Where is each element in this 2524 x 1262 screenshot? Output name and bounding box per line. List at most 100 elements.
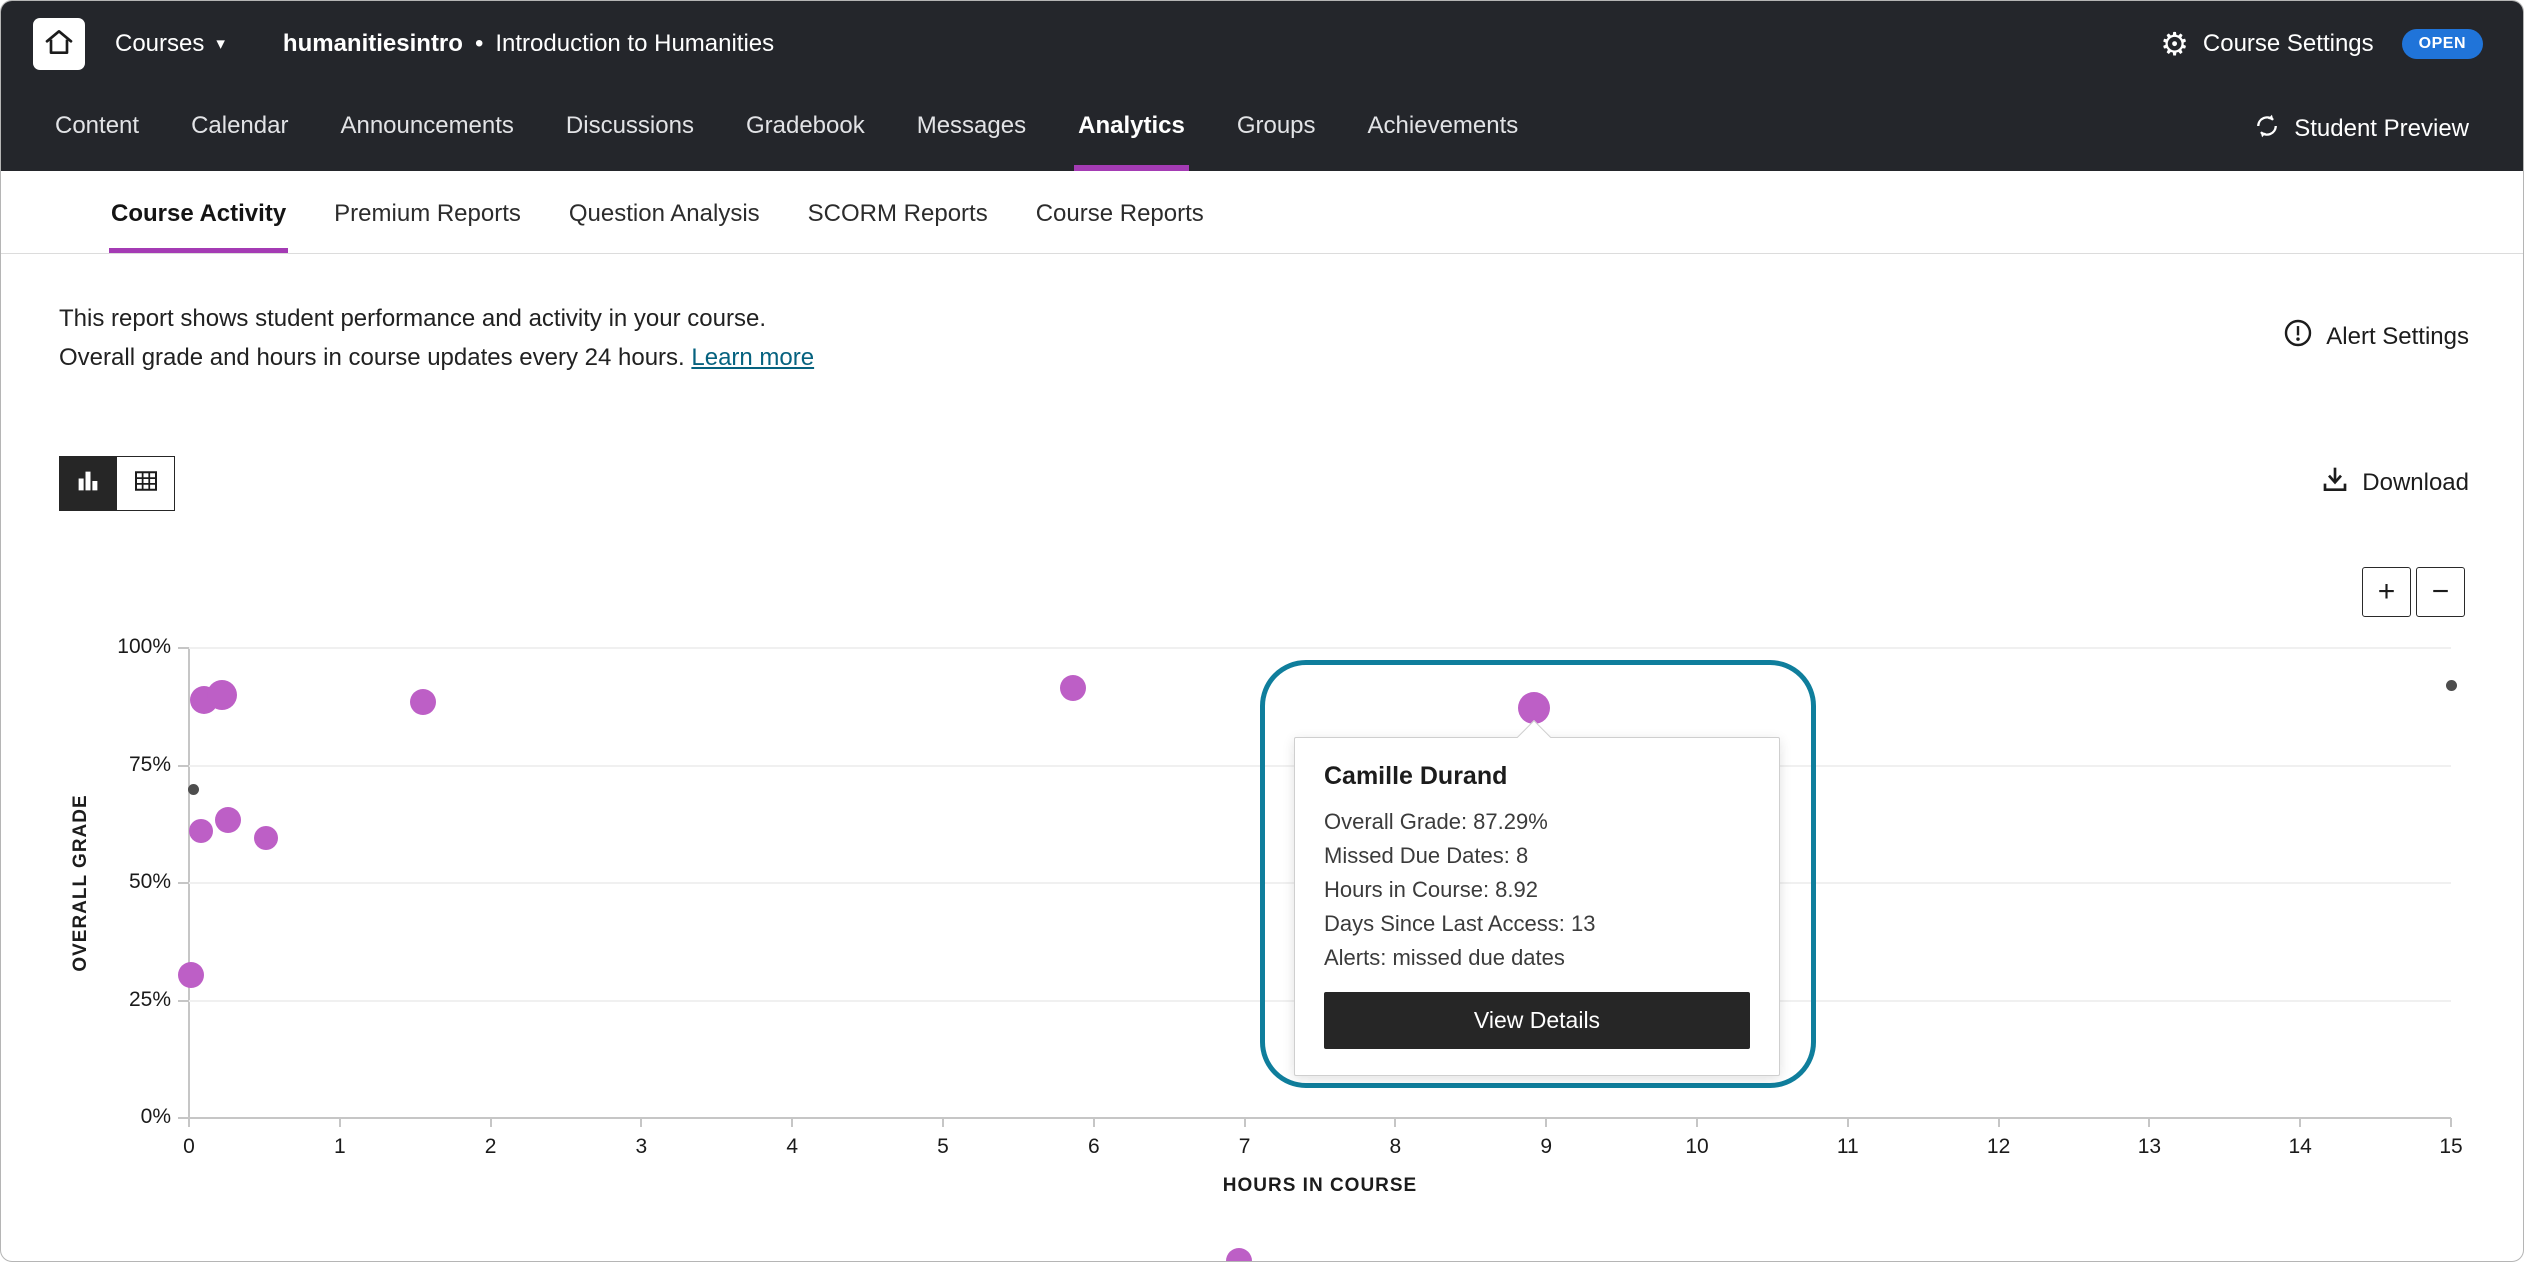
tab-announcements[interactable]: Announcements (336, 87, 517, 171)
student-preview-button[interactable]: Student Preview (2253, 87, 2523, 171)
x-tick-label: 6 (1054, 1135, 1134, 1159)
course-id: humanitiesintro (283, 30, 463, 58)
course-settings-button[interactable]: Course Settings (2203, 30, 2374, 58)
x-tick-label: 15 (2411, 1135, 2491, 1159)
open-status-badge[interactable]: OPEN (2402, 29, 2483, 59)
report-description-line2: Overall grade and hours in course update… (59, 338, 814, 377)
x-tick-label: 8 (1355, 1135, 1435, 1159)
courses-label: Courses (115, 30, 204, 58)
y-tick-mark (178, 647, 189, 649)
download-icon (2319, 463, 2351, 502)
tab-discussions[interactable]: Discussions (562, 87, 698, 171)
alert-settings-button[interactable]: Alert Settings (2282, 317, 2469, 356)
data-point[interactable] (254, 826, 278, 850)
view-details-button[interactable]: View Details (1324, 992, 1750, 1049)
x-tick-mark (942, 1118, 944, 1127)
subtab-scorm-reports[interactable]: SCORM Reports (806, 200, 990, 253)
data-point-partial[interactable] (1226, 1248, 1252, 1262)
analytics-subnav: Course Activity Premium Reports Question… (1, 171, 2523, 254)
tooltip-student-name: Camille Durand (1324, 762, 1750, 791)
breadcrumb: humanitiesintro • Introduction to Humani… (283, 30, 774, 58)
zoom-controls: + − (2362, 567, 2465, 617)
tab-achievements[interactable]: Achievements (1364, 87, 1523, 171)
x-tick-mark (490, 1118, 492, 1127)
topbar-right: ⚙ Course Settings OPEN (2160, 28, 2483, 60)
tooltip-missed-due-dates: Missed Due Dates: 8 (1324, 839, 1750, 873)
table-view-button[interactable] (117, 456, 175, 511)
x-tick-mark (1394, 1118, 1396, 1127)
alert-icon (2282, 317, 2314, 356)
screen: Courses ▾ humanitiesintro • Introduction… (0, 0, 2524, 1262)
x-tick-label: 0 (149, 1135, 229, 1159)
breadcrumb-separator: • (475, 30, 483, 58)
tab-content[interactable]: Content (51, 87, 143, 171)
x-tick-label: 7 (1205, 1135, 1285, 1159)
learn-more-link[interactable]: Learn more (691, 344, 814, 371)
subtab-question-analysis[interactable]: Question Analysis (567, 200, 762, 253)
alert-settings-label: Alert Settings (2326, 323, 2469, 351)
y-tick-label: 50% (81, 870, 171, 894)
zoom-in-button[interactable]: + (2362, 567, 2411, 617)
subtab-premium-reports[interactable]: Premium Reports (332, 200, 523, 253)
y-tick-mark (178, 882, 189, 884)
tab-calendar[interactable]: Calendar (187, 87, 292, 171)
student-preview-icon (2253, 112, 2281, 147)
data-point[interactable] (215, 807, 241, 833)
x-tick-mark (188, 1118, 190, 1127)
report-description: This report shows student performance an… (59, 299, 814, 377)
tab-groups[interactable]: Groups (1233, 87, 1320, 171)
tooltip-days-since-access: Days Since Last Access: 13 (1324, 907, 1750, 941)
y-tick-label: 75% (81, 753, 171, 777)
data-point[interactable] (178, 962, 204, 988)
data-point[interactable] (410, 689, 436, 715)
subtab-course-activity[interactable]: Course Activity (109, 200, 288, 253)
tab-gradebook[interactable]: Gradebook (742, 87, 869, 171)
x-tick-mark (1696, 1118, 1698, 1127)
report-description-line1: This report shows student performance an… (59, 299, 814, 338)
gear-icon[interactable]: ⚙ (2160, 28, 2189, 60)
x-tick-mark (2450, 1118, 2452, 1127)
data-point[interactable] (207, 680, 237, 710)
tab-analytics[interactable]: Analytics (1074, 87, 1189, 171)
x-tick-label: 14 (2260, 1135, 2340, 1159)
chevron-down-icon: ▾ (216, 34, 225, 54)
x-tick-label: 12 (1959, 1135, 2039, 1159)
plot-area: Camille Durand Overall Grade: 87.29% Mis… (189, 648, 2451, 1118)
student-preview-label: Student Preview (2294, 115, 2469, 143)
data-point[interactable] (189, 819, 213, 843)
x-tick-mark (640, 1118, 642, 1127)
x-tick-mark (1998, 1118, 2000, 1127)
data-point[interactable] (2446, 680, 2457, 691)
courses-dropdown[interactable]: Courses ▾ (115, 30, 225, 58)
y-tick-mark (178, 1000, 189, 1002)
x-tick-label: 9 (1506, 1135, 1586, 1159)
x-tick-mark (1545, 1118, 1547, 1127)
y-tick-label: 100% (81, 635, 171, 659)
data-point[interactable] (188, 784, 199, 795)
tooltip-overall-grade: Overall Grade: 87.29% (1324, 805, 1750, 839)
y-tick-label: 0% (81, 1105, 171, 1129)
y-gridline (189, 647, 2451, 649)
zoom-out-button[interactable]: − (2416, 567, 2465, 617)
student-tooltip: Camille Durand Overall Grade: 87.29% Mis… (1294, 737, 1780, 1076)
x-axis-title: HOURS IN COURSE (1223, 1175, 1417, 1197)
x-tick-mark (1093, 1118, 1095, 1127)
tooltip-hours-in-course: Hours in Course: 8.92 (1324, 873, 1750, 907)
y-tick-mark (178, 765, 189, 767)
course-title: Introduction to Humanities (495, 30, 774, 58)
home-button[interactable] (33, 18, 85, 70)
top-bar: Courses ▾ humanitiesintro • Introduction… (1, 1, 2523, 87)
tab-messages[interactable]: Messages (913, 87, 1030, 171)
bar-chart-icon (73, 466, 103, 501)
subtab-course-reports[interactable]: Course Reports (1034, 200, 1206, 253)
chart-view-button[interactable] (59, 456, 117, 511)
download-button[interactable]: Download (2319, 463, 2469, 502)
data-point[interactable] (1060, 675, 1086, 701)
y-tick-label: 25% (81, 988, 171, 1012)
x-tick-mark (1244, 1118, 1246, 1127)
x-tick-label: 2 (451, 1135, 531, 1159)
x-tick-mark (791, 1118, 793, 1127)
x-tick-mark (1847, 1118, 1849, 1127)
download-label: Download (2362, 469, 2469, 497)
table-grid-icon (131, 466, 161, 501)
